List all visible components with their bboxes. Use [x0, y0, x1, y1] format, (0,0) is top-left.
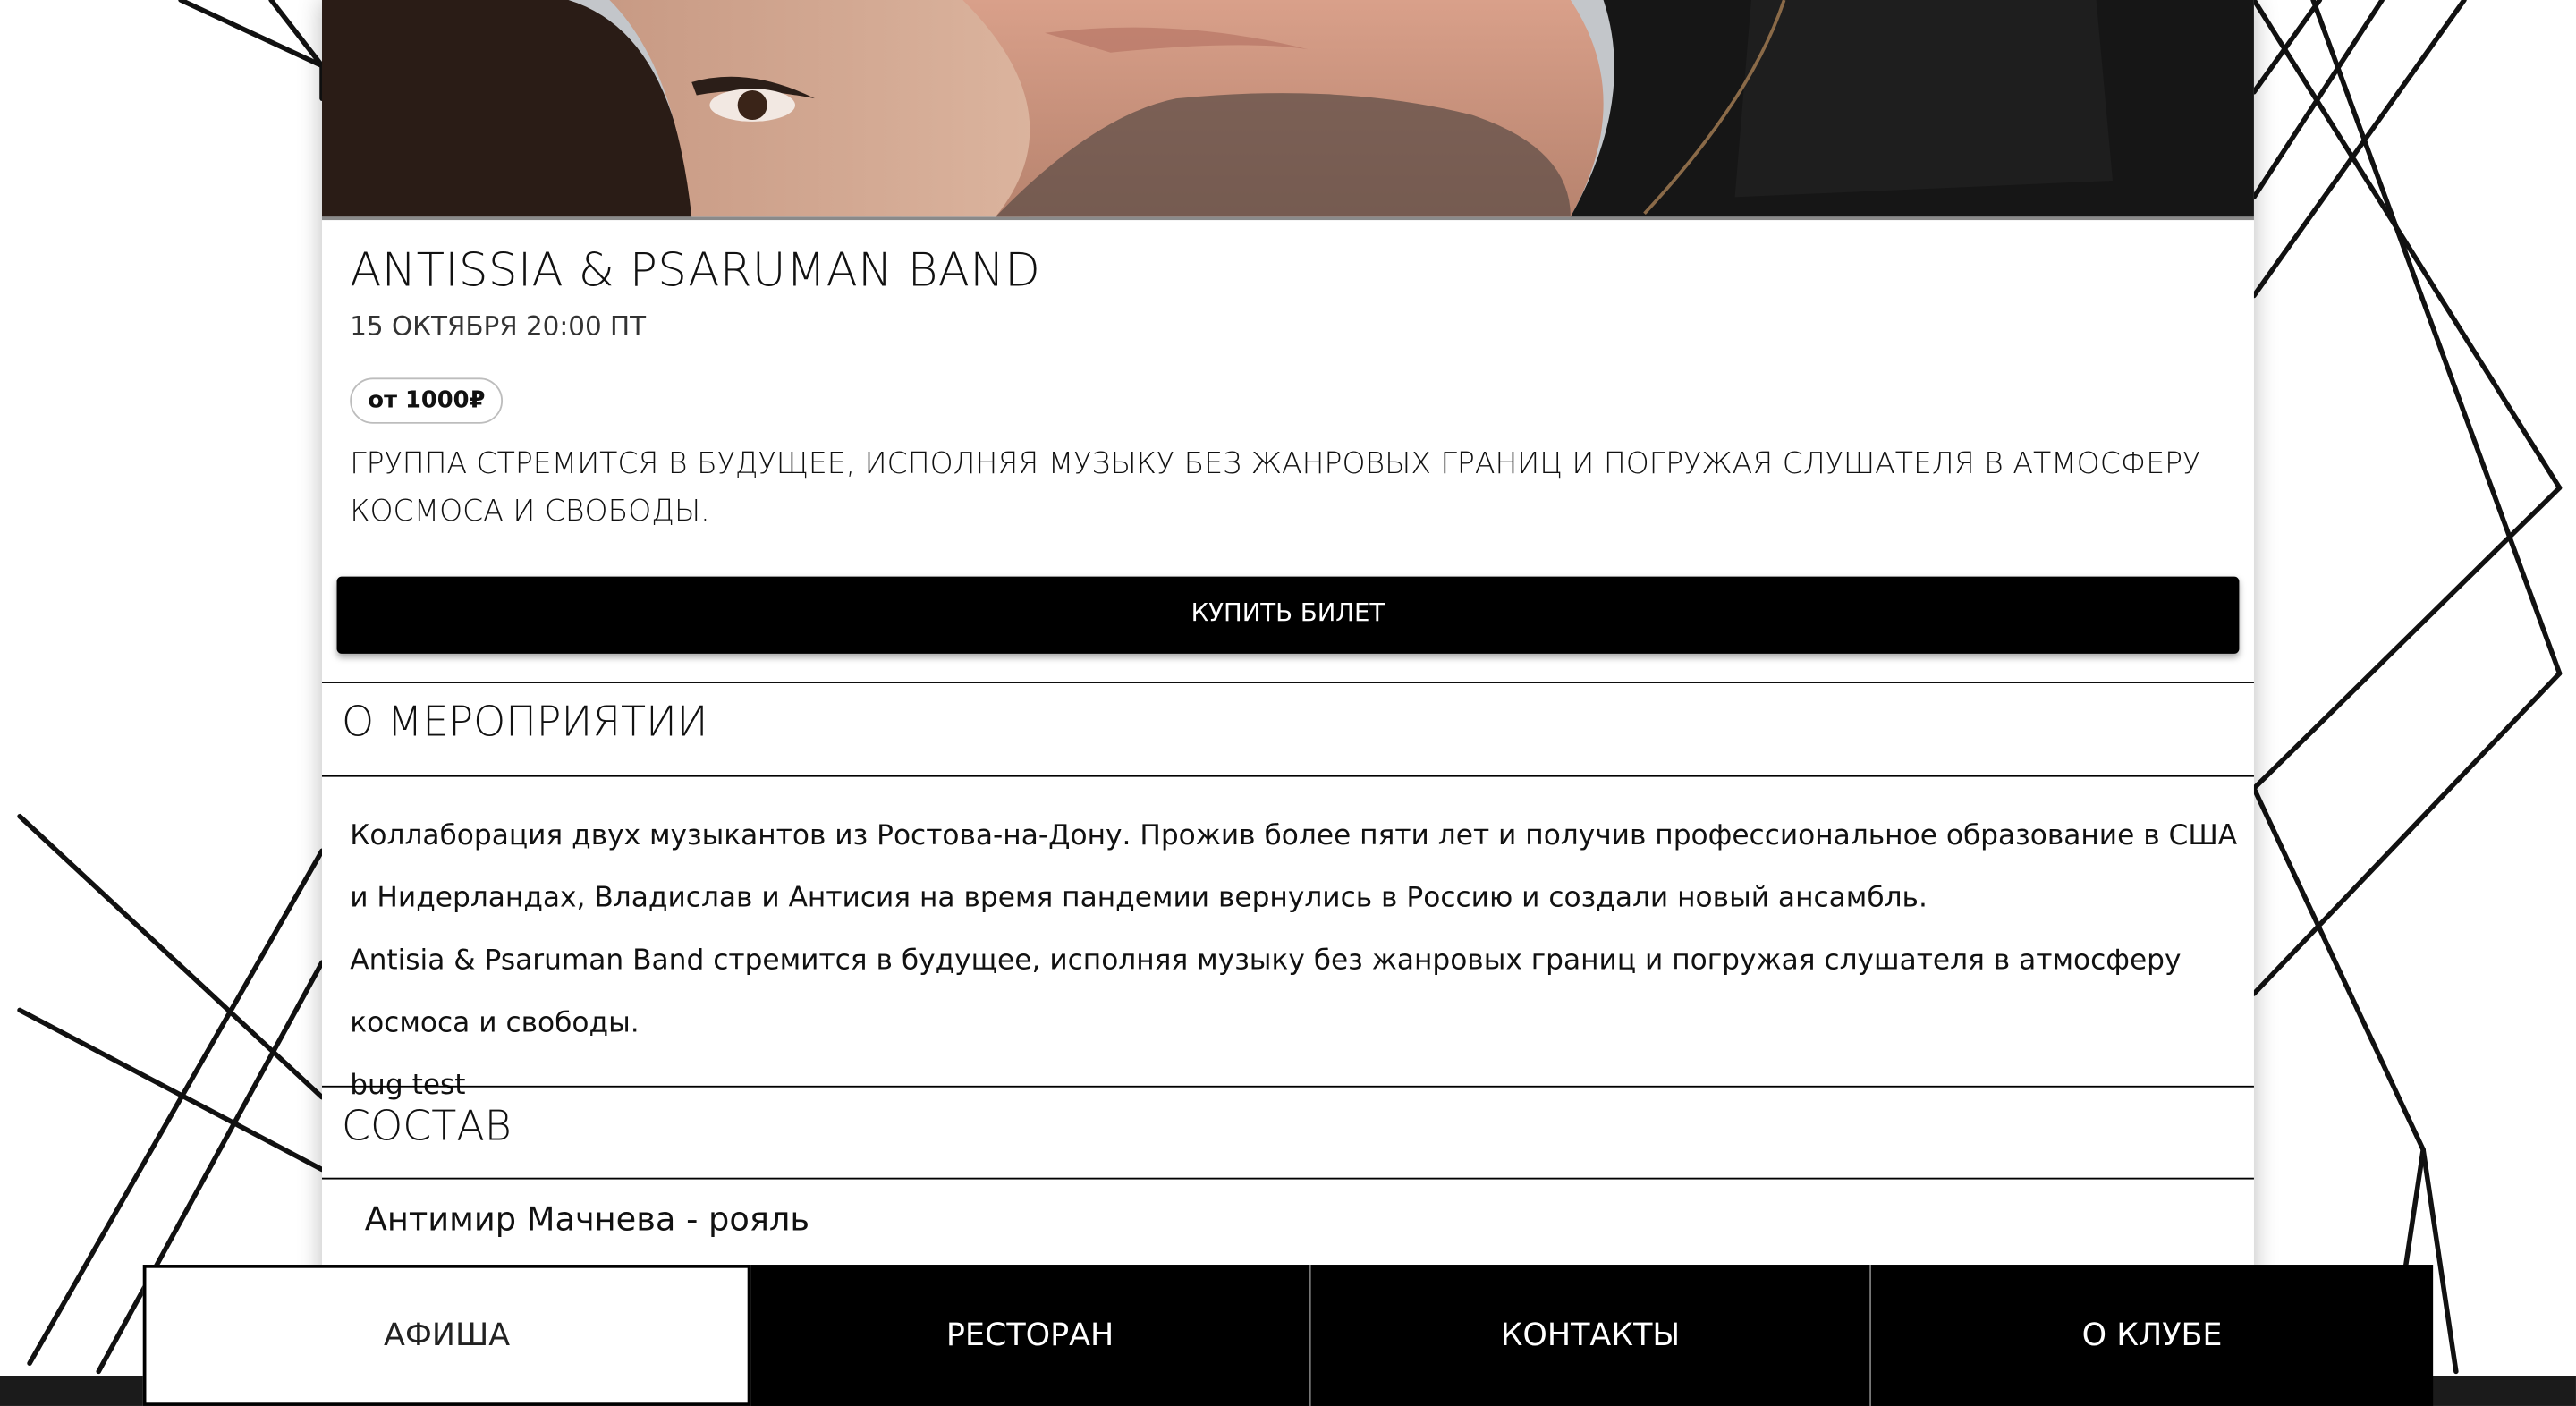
about-heading: О МЕРОПРИЯТИИ [342, 698, 708, 746]
event-photo [321, 0, 2254, 221]
lineup-heading: СОСТАВ [342, 1102, 512, 1150]
divider [321, 1085, 2254, 1088]
about-text: Коллаборация двух музыкантов из Ростова-… [350, 805, 2239, 1117]
event-title: ANTISSIA & PSARUMAN BAND [350, 242, 1041, 298]
bottom-nav: АФИША РЕСТОРАН КОНТАКТЫ О КЛУБЕ [142, 1265, 2434, 1406]
nav-item-contacts[interactable]: КОНТАКТЫ [1309, 1265, 1869, 1406]
nav-item-afisha[interactable]: АФИША [142, 1265, 751, 1406]
lineup-member: Антимир Мачнева - рояль [364, 1198, 810, 1239]
about-paragraph: Коллаборация двух музыкантов из Ростова-… [350, 819, 2238, 915]
page: ANTISSIA & PSARUMAN BAND 15 ОКТЯБРЯ 20:0… [0, 0, 2576, 1406]
about-paragraph: Antisia & Psaruman Band стремится в буду… [350, 944, 2182, 1040]
buy-ticket-button[interactable]: КУПИТЬ БИЛЕТ [336, 576, 2240, 654]
divider [321, 775, 2254, 777]
nav-item-restaurant[interactable]: РЕСТОРАН [750, 1265, 1309, 1406]
event-datetime: 15 ОКТЯБРЯ 20:00 ПТ [350, 310, 647, 342]
divider [321, 1177, 2254, 1180]
nav-item-about-club[interactable]: О КЛУБЕ [1869, 1265, 2433, 1406]
price-badge: от 1000₽ [350, 377, 504, 424]
event-card: ANTISSIA & PSARUMAN BAND 15 ОКТЯБРЯ 20:0… [321, 0, 2254, 1406]
divider [321, 682, 2254, 683]
event-short-description: ГРУППА СТРЕМИТСЯ В БУДУЩЕЕ, ИСПОЛНЯЯ МУЗ… [350, 446, 2201, 529]
